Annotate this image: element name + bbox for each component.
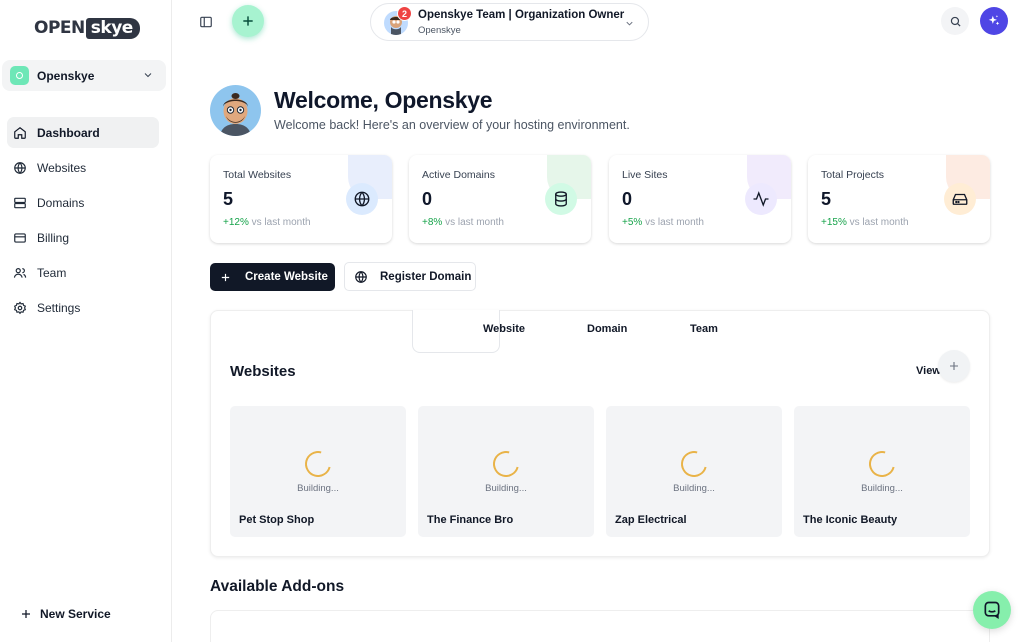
stat-change: +8% vs last month [422, 217, 504, 228]
create-website-button[interactable]: Create Website [210, 263, 335, 291]
website-name: Pet Stop Shop [239, 514, 315, 526]
chevron-down-icon [626, 21, 633, 26]
user-avatar [210, 85, 261, 136]
stat-change: +15% vs last month [821, 217, 909, 228]
organization-name: Openskye [37, 68, 95, 83]
stat-label: Live Sites [622, 169, 668, 181]
loading-spinner-icon [864, 446, 900, 482]
team-subtitle: Openskye [418, 25, 461, 36]
globe-icon [14, 161, 26, 174]
loading-spinner-icon [488, 446, 524, 482]
tab-website[interactable]: Website [483, 323, 525, 335]
website-status: Building... [297, 483, 339, 494]
chevron-down-icon [144, 73, 152, 78]
addons-panel [210, 610, 990, 642]
stat-value: 0 [422, 189, 433, 209]
sparkles-icon [988, 15, 1000, 26]
gear-icon [13, 301, 27, 314]
tab-domain[interactable]: Domain [587, 323, 627, 335]
organization-icon [10, 66, 29, 85]
quick-add-button[interactable] [232, 5, 264, 37]
website-status: Building... [485, 483, 527, 494]
globe-icon [355, 270, 367, 283]
sidebar-item-label: Team [37, 265, 67, 280]
new-service-button[interactable]: New Service [20, 607, 111, 621]
openskye-logo[interactable]: OPEN skye [34, 16, 140, 40]
team-switcher[interactable]: 2 Openskye Team | Organization Owner Ope… [370, 3, 649, 41]
add-website-button[interactable] [938, 350, 970, 382]
register-domain-label: Register Domain [380, 270, 472, 283]
stat-label: Total Projects [821, 169, 885, 181]
sidebar-item-team[interactable]: Team [7, 257, 159, 288]
team-title: Openskye Team | Organization Owner [418, 9, 625, 21]
stat-value: 5 [821, 189, 832, 209]
sidebar-nav: Dashboard Websites Domains Billing Team … [7, 117, 159, 327]
activity-icon [745, 183, 777, 215]
hard-drive-icon [944, 183, 976, 215]
ai-assistant-button[interactable] [980, 7, 1008, 35]
websites-panel: Website Domain Team Websites View Buildi… [210, 310, 990, 557]
website-card[interactable]: Building... Zap Electrical [606, 406, 782, 537]
sidebar-item-label: Billing [37, 230, 70, 245]
loading-spinner-icon [300, 446, 336, 482]
sidebar-toggle-icon [200, 16, 212, 28]
stat-card-live-sites: Live Sites 0 +5% vs last month [609, 155, 791, 243]
notification-badge: 2 [397, 6, 412, 21]
home-icon [14, 126, 26, 139]
support-chat-button[interactable] [973, 591, 1011, 629]
organization-selector[interactable]: Openskye [2, 60, 166, 91]
stat-value: 5 [223, 189, 234, 209]
stat-card-total-projects: Total Projects 5 +15% vs last month [808, 155, 990, 243]
website-card[interactable]: Building... The Iconic Beauty [794, 406, 970, 537]
page-subtitle: Welcome back! Here's an overview of your… [274, 118, 630, 132]
search-icon [950, 16, 961, 27]
website-status: Building... [673, 483, 715, 494]
stat-change: +5% vs last month [622, 217, 704, 228]
stat-card-total-websites: Total Websites 5 +12% vs last month [210, 155, 392, 243]
plus-icon [22, 610, 30, 618]
stat-card-active-domains: Active Domains 0 +8% vs last month [409, 155, 591, 243]
addons-section-title: Available Add-ons [210, 578, 345, 595]
users-icon [13, 267, 27, 278]
database-icon [545, 183, 577, 215]
plus-icon [243, 16, 253, 26]
logo-text-open: OPEN [34, 18, 85, 38]
sidebar-item-label: Settings [37, 300, 81, 315]
website-status: Building... [861, 483, 903, 494]
websites-section-title: Websites [230, 363, 296, 380]
register-domain-button[interactable]: Register Domain [344, 262, 476, 291]
stat-value: 0 [622, 189, 633, 209]
sidebar-item-label: Websites [37, 160, 87, 175]
stat-label: Total Websites [223, 169, 292, 181]
chat-icon [984, 601, 1000, 620]
sidebar-toggle-button[interactable] [197, 13, 215, 31]
website-name: The Finance Bro [427, 514, 514, 526]
tab-team[interactable]: Team [690, 323, 718, 335]
sidebar-item-billing[interactable]: Billing [7, 222, 159, 253]
sidebar-item-websites[interactable]: Websites [7, 152, 159, 183]
credit-card-icon [14, 232, 26, 243]
website-card[interactable]: Building... The Finance Bro [418, 406, 594, 537]
sidebar-item-settings[interactable]: Settings [7, 292, 159, 323]
globe-icon [346, 183, 378, 215]
stat-change: +12% vs last month [223, 217, 311, 228]
logo-text-skye: skye [85, 17, 140, 39]
page-title: Welcome, Openskye [274, 87, 493, 113]
sidebar-item-label: Dashboard [37, 125, 100, 140]
server-icon [14, 197, 26, 208]
sidebar-item-dashboard[interactable]: Dashboard [7, 117, 159, 148]
new-service-label: New Service [40, 607, 111, 621]
website-name: Zap Electrical [615, 514, 687, 526]
sidebar: OPEN skye Openskye Dashboard Websites Dom… [0, 0, 172, 642]
create-website-label: Create Website [245, 271, 328, 283]
website-card[interactable]: Building... Pet Stop Shop [230, 406, 406, 537]
sidebar-item-domains[interactable]: Domains [7, 187, 159, 218]
sidebar-item-label: Domains [37, 195, 85, 210]
plus-icon [221, 273, 230, 281]
plus-icon [950, 362, 958, 370]
website-name: The Iconic Beauty [803, 514, 898, 526]
search-button[interactable] [941, 7, 969, 35]
stat-label: Active Domains [422, 169, 495, 181]
loading-spinner-icon [676, 446, 712, 482]
